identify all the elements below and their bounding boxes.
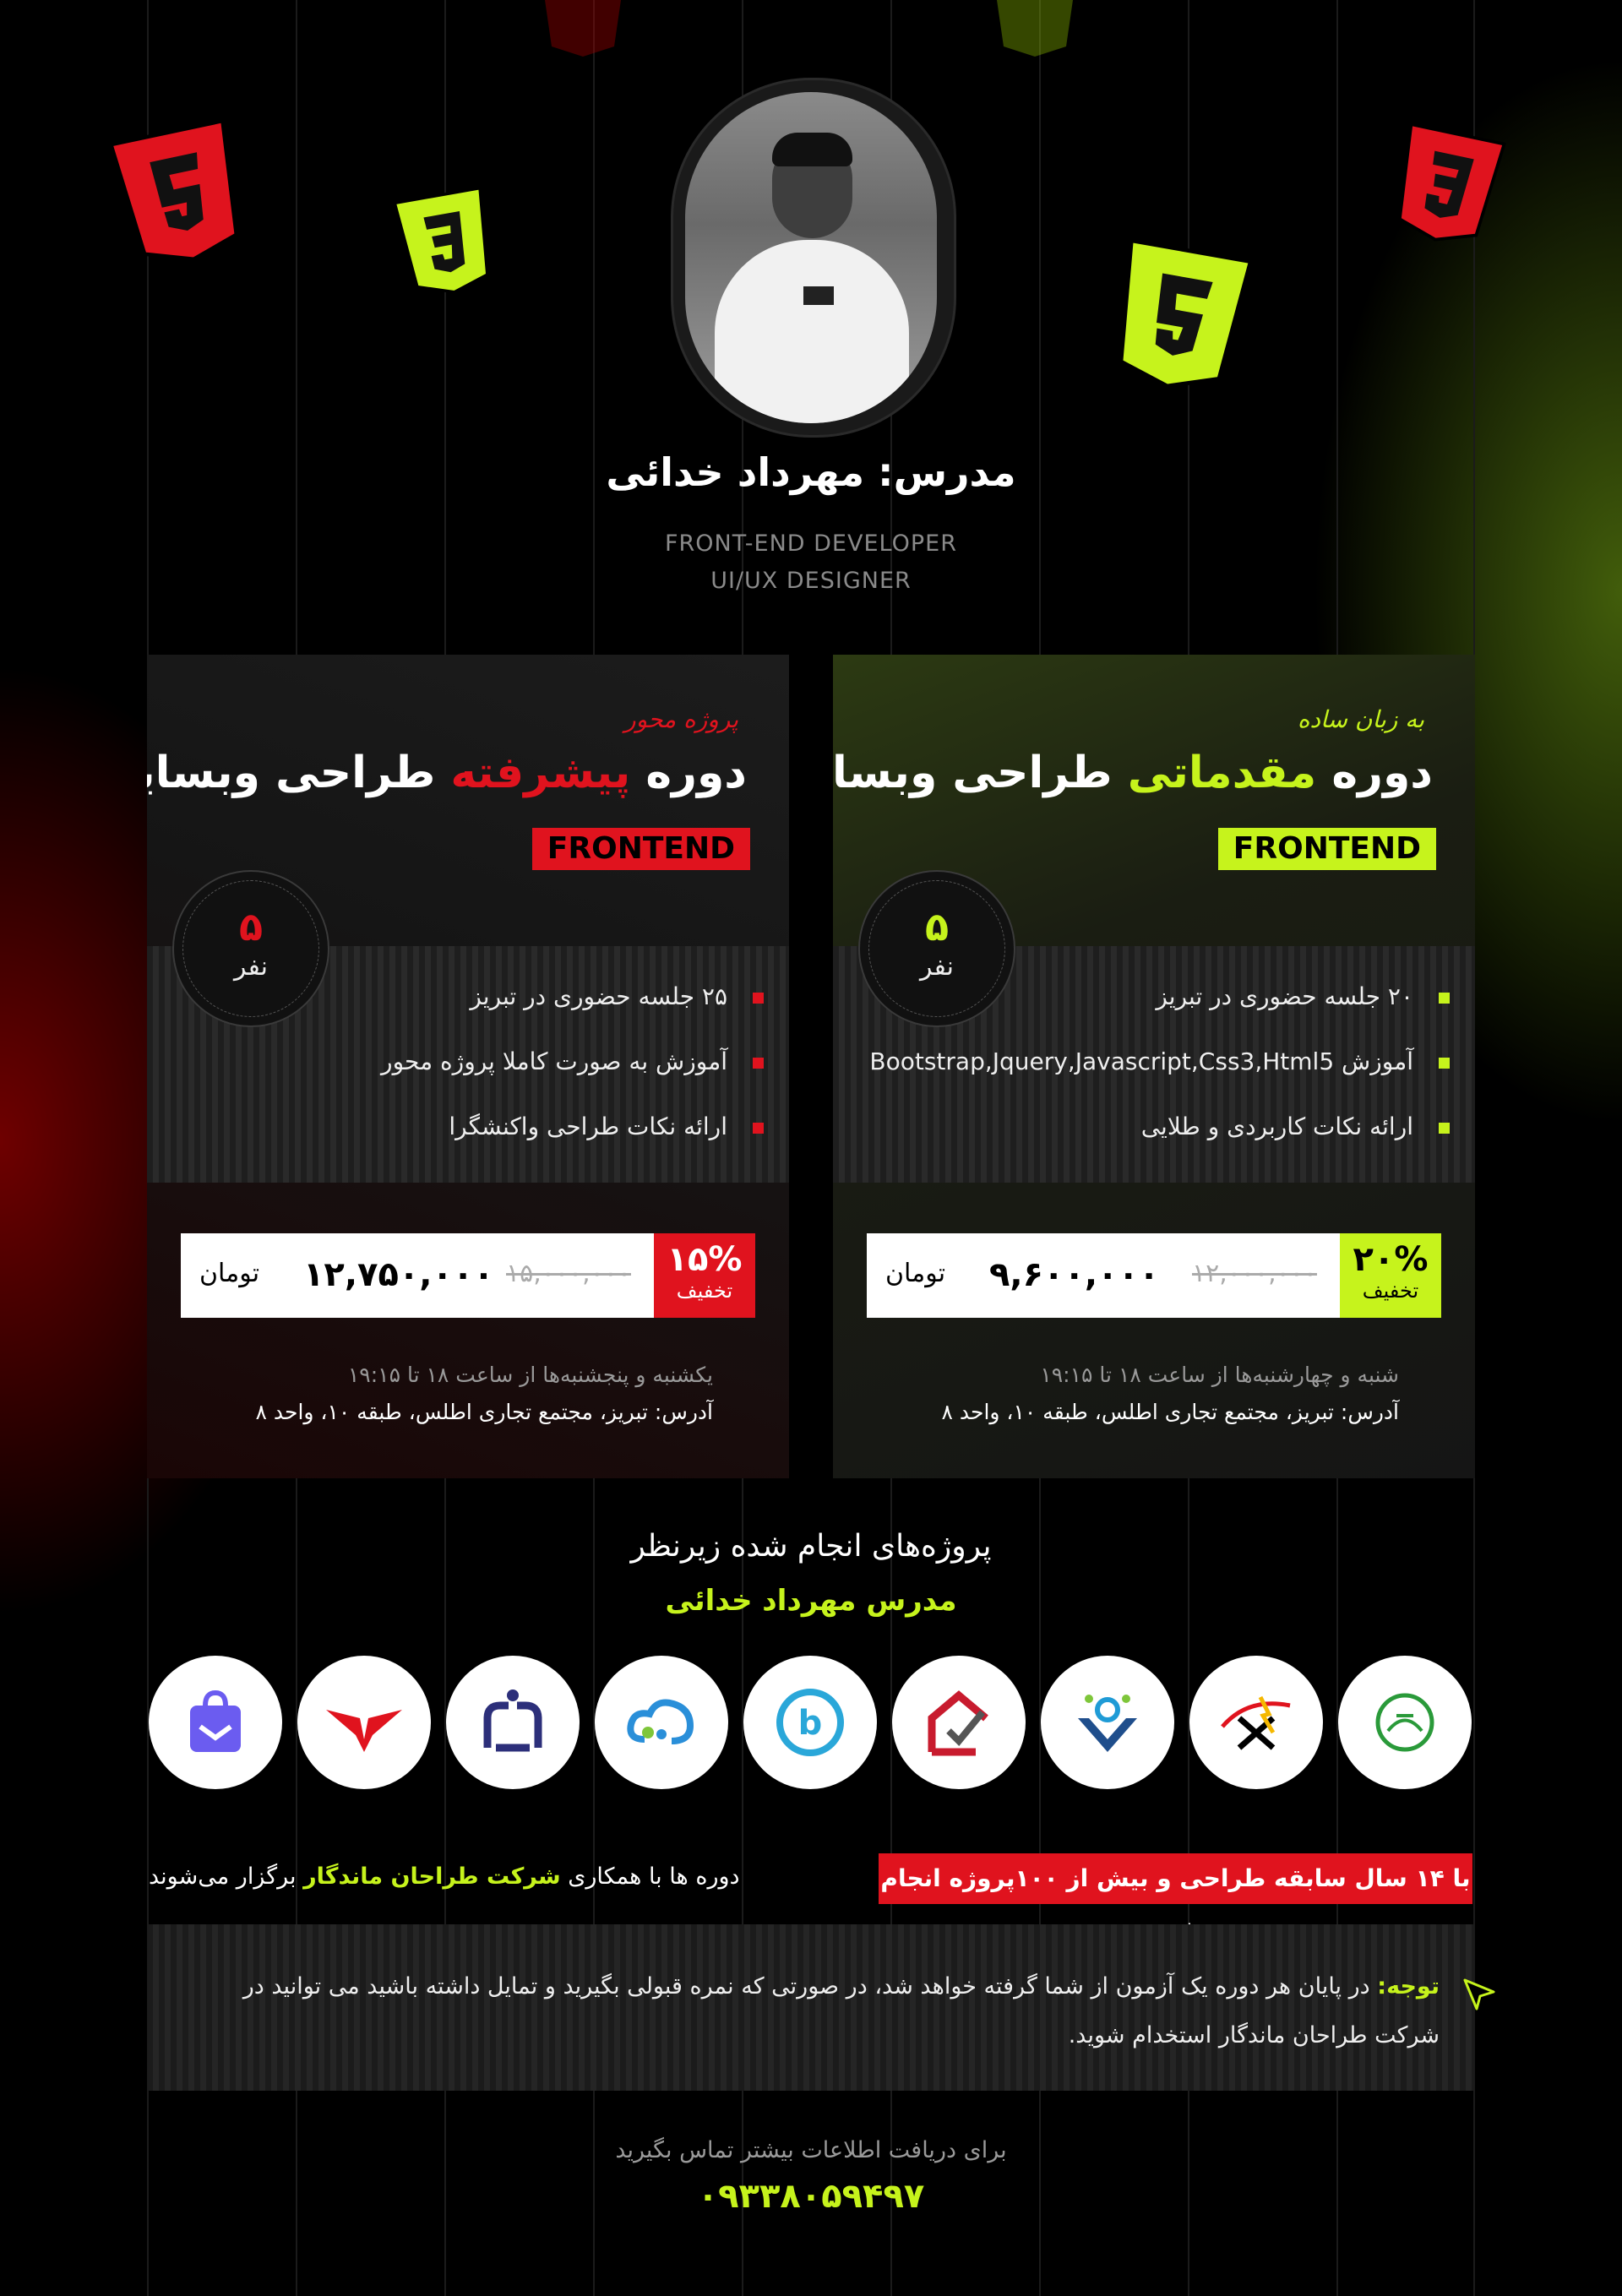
css3-shield-icon (393, 186, 489, 294)
charity-logo (1041, 1656, 1174, 1789)
html5-shield-icon (1119, 237, 1254, 389)
frontend-badge: FRONTEND (1217, 828, 1436, 870)
b-coin-logo: b (743, 1656, 877, 1789)
teacher-photo (671, 78, 956, 438)
address: آدرس: تبریز، مجتمع تجاری اطلس، طبقه ۱۰، … (255, 1400, 714, 1424)
discount-badge: ۲۰% تخفیف (1340, 1233, 1441, 1318)
currency: تومان (199, 1259, 260, 1288)
price-box: ۲۰% تخفیف ۱۲,۰۰۰,۰۰۰ ۹,۶۰۰,۰۰۰ تومان (867, 1233, 1441, 1318)
css3-shield-icon (997, 0, 1073, 57)
feature-item: ۲۰ جلسه حضوری در تبریز (1156, 982, 1450, 1010)
old-price: ۱۲,۰۰۰,۰۰۰ (1192, 1259, 1317, 1288)
capacity-seal: ۵ نفر (172, 870, 329, 1027)
teacher-name: مدرس: مهرداد خدائی (606, 449, 1016, 495)
projects-title: پروژه‌های انجام شده زیرنظر (630, 1529, 992, 1564)
new-price: ۱۲,۷۵۰,۰۰۰ (303, 1255, 494, 1294)
cursor-icon (1463, 1978, 1495, 2010)
feature-item: آموزش به صورت کاملا پروژه محور (381, 1047, 764, 1075)
cooperation-text: دوره ها با همکاری شرکت طراحان ماندگار بر… (149, 1863, 740, 1890)
tabriz-municipality-logo (1338, 1656, 1472, 1789)
power-company-logo (1189, 1656, 1323, 1789)
red-wings-logo (297, 1656, 431, 1789)
svg-text:b: b (798, 1704, 823, 1743)
phone-number[interactable]: ۰۹۳۳۸۰۵۹۴۹۷ (0, 2177, 1622, 2216)
feature-item: ارائه نکات کاربردی و طلایی (1141, 1113, 1450, 1140)
old-price: ۱۵,۰۰۰,۰۰۰ (506, 1259, 631, 1288)
house-check-logo (892, 1656, 1026, 1789)
schedule: شنبه و چهارشنبه‌ها از ساعت ۱۸ تا ۱۹:۱۵ (1040, 1363, 1399, 1387)
capacity-seal: ۵ نفر (858, 870, 1015, 1027)
price-box: ۱۵% تخفیف ۱۵,۰۰۰,۰۰۰ ۱۲,۷۵۰,۰۰۰ تومان (181, 1233, 755, 1318)
contact-label: برای دریافت اطلاعات بیشتر تماس بگیرید (615, 2137, 1007, 2163)
experience-banner: با ۱۴ سال سابقه طراحی و بیش از ۱۰۰پروژه … (879, 1853, 1472, 1943)
cloud-dots-logo (595, 1656, 728, 1789)
html5-shield-icon (545, 0, 621, 57)
course-title: دوره پیشرفته طراحی وبسایت (147, 748, 747, 798)
course-tag: به زبان ساده (1297, 705, 1424, 733)
note-panel: توجه: در پایان هر دوره یک آزمون از شما گ… (147, 1924, 1473, 2091)
new-price: ۹,۶۰۰,۰۰۰ (989, 1255, 1160, 1294)
dl-logo (446, 1656, 580, 1789)
feature-item: ارائه نکات طراحی واکنشگرا (449, 1113, 764, 1140)
teacher-role: UI/UX DESIGNER (710, 568, 912, 594)
frontend-badge: FRONTEND (531, 828, 750, 870)
shopping-bag-logo (149, 1656, 282, 1789)
projects-subtitle: مدرس مهرداد خدائی (665, 1584, 957, 1618)
schedule: یکشنبه و پنجشنبه‌ها از ساعت ۱۸ تا ۱۹:۱۵ (347, 1363, 713, 1387)
discount-badge: ۱۵% تخفیف (654, 1233, 755, 1318)
course-card-basic: به زبان ساده دوره مقدماتی طراحی وبسایت F… (833, 655, 1475, 1478)
feature-item: ۲۵ جلسه حضوری در تبریز (470, 982, 764, 1010)
currency: تومان (885, 1259, 946, 1288)
address: آدرس: تبریز، مجتمع تجاری اطلس، طبقه ۱۰، … (941, 1400, 1400, 1424)
course-card-advanced: پروژه محور دوره پیشرفته طراحی وبسایت FRO… (147, 655, 789, 1478)
course-tag: پروژه محور (624, 705, 738, 733)
teacher-role: FRONT-END DEVELOPER (665, 530, 957, 557)
course-title: دوره مقدماتی طراحی وبسایت (833, 748, 1433, 798)
feature-item: آموزش Bootstrap,Jquery,Javascript,Css3,H… (869, 1047, 1450, 1075)
note-text: توجه: در پایان هر دوره یک آزمون از شما گ… (242, 1973, 1440, 2048)
